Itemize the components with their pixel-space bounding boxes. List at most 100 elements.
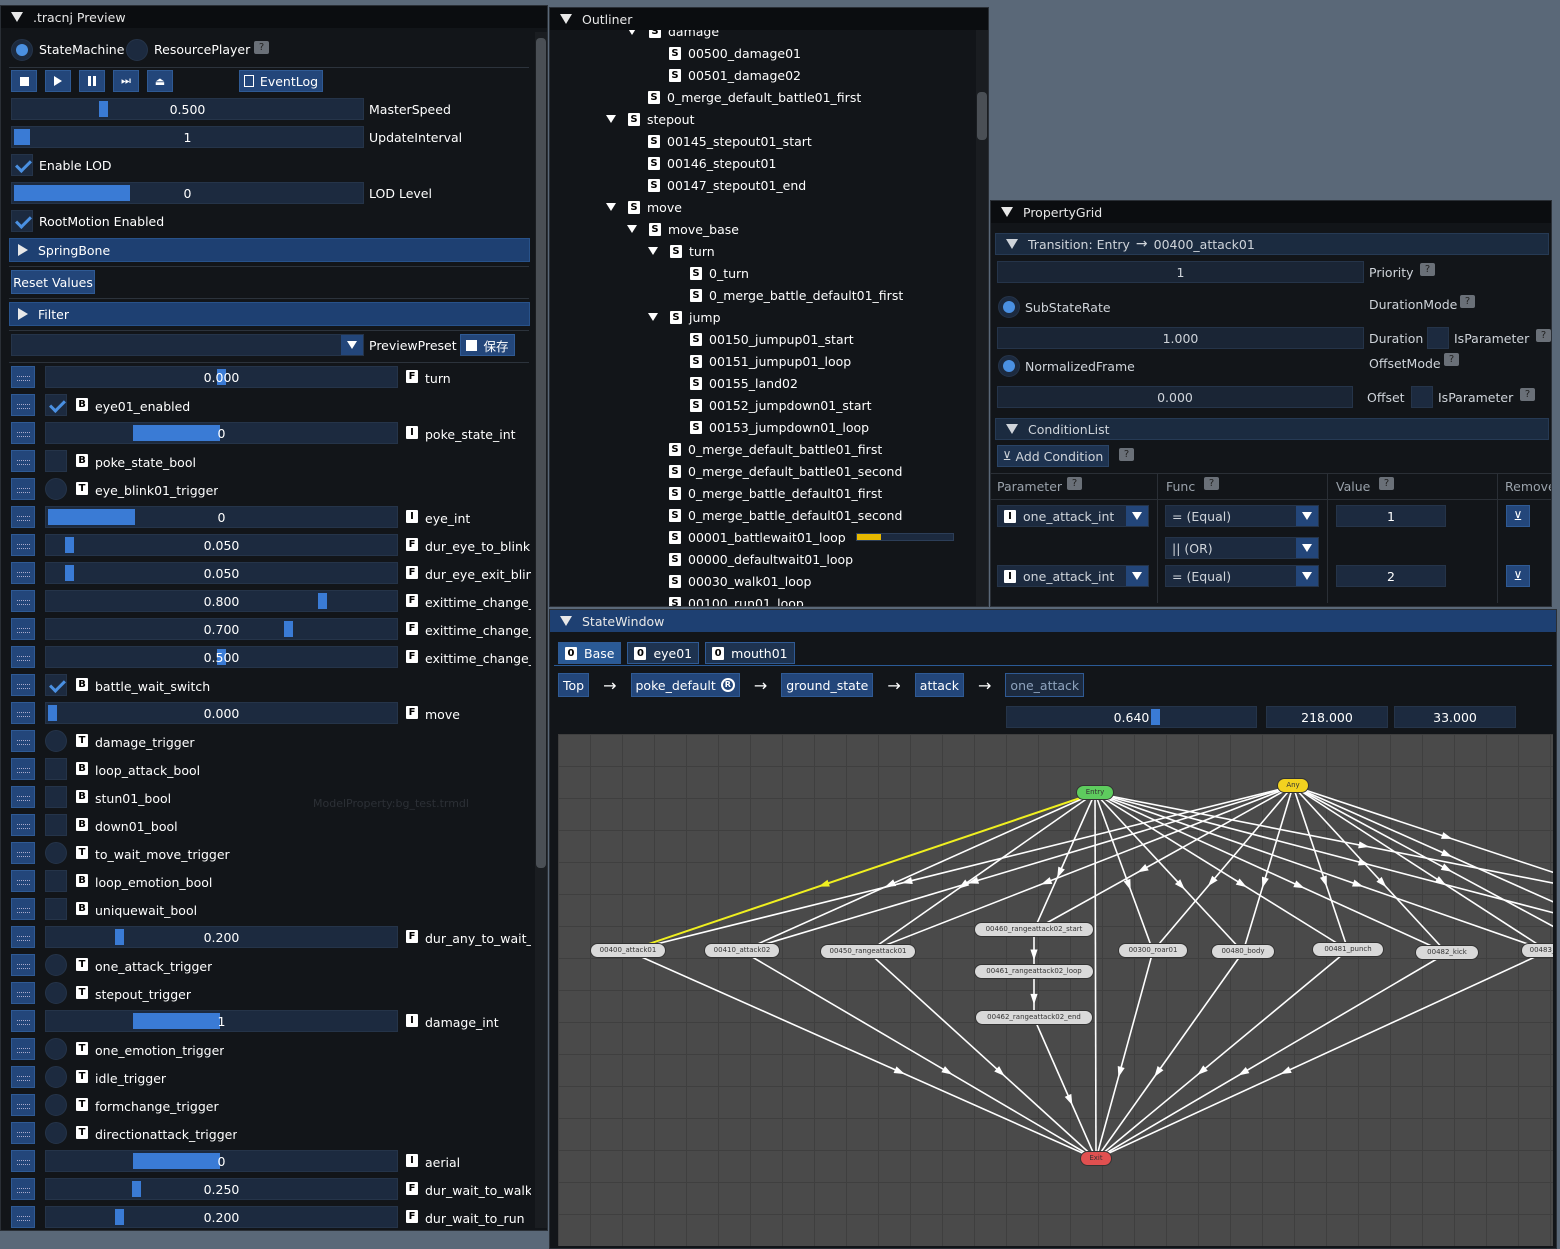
state-node-n7[interactable]: 00300_roar01 xyxy=(1118,943,1188,958)
trigger-button[interactable] xyxy=(45,1038,67,1060)
drag-handle[interactable] xyxy=(11,1178,35,1200)
tree-expand-icon[interactable] xyxy=(606,115,616,123)
drag-handle[interactable] xyxy=(11,898,35,920)
parameter-checkbox[interactable] xyxy=(45,394,67,416)
drag-handle[interactable] xyxy=(11,814,35,836)
transition-edge[interactable] xyxy=(1094,792,1448,954)
state-node-n3[interactable]: 00450_rangeattack01 xyxy=(820,944,916,959)
parameter-slider[interactable]: 0.800 xyxy=(45,590,398,612)
state-node-n6[interactable]: 00462_rangeattack02_end xyxy=(975,1010,1093,1025)
outliner-item[interactable]: S 00145_stepout01_start xyxy=(648,132,812,150)
substate-rate-radio[interactable] xyxy=(998,296,1020,318)
trigger-button[interactable] xyxy=(45,842,67,864)
outliner-item[interactable]: S 00500_damage01 xyxy=(669,44,801,62)
transition-edge[interactable] xyxy=(1033,1017,1097,1160)
duration-field[interactable]: 1.000 xyxy=(997,327,1364,349)
outliner-item[interactable]: Sjump xyxy=(648,308,721,326)
transition-edge[interactable] xyxy=(1152,785,1294,952)
outliner-item[interactable]: S 0_merge_battle_default01_first xyxy=(690,286,903,304)
help-icon[interactable]: ? xyxy=(1204,477,1219,490)
outliner-item[interactable]: S 0_merge_battle_default01_second xyxy=(669,506,902,524)
transition-edge[interactable] xyxy=(1292,785,1553,874)
offset-field[interactable]: 0.000 xyxy=(997,386,1353,408)
remove-condition-button[interactable]: ⊻ xyxy=(1506,505,1530,527)
drag-handle[interactable] xyxy=(11,478,35,500)
outliner-item[interactable]: S 00152_jumpdown01_start xyxy=(690,396,872,414)
layer-tab[interactable]: 0 eye01 xyxy=(627,642,700,664)
condition-value-field[interactable]: 1 xyxy=(1336,505,1446,527)
drag-handle[interactable] xyxy=(11,1038,35,1060)
scrollbar-thumb[interactable] xyxy=(977,92,987,140)
duration-is-parameter-checkbox[interactable] xyxy=(1427,327,1449,349)
outliner-item[interactable]: Smove xyxy=(606,198,682,216)
pan-y-field[interactable]: 33.000 xyxy=(1394,706,1516,728)
transition-header[interactable]: Transition: Entry → 00400_attack01 xyxy=(995,233,1549,255)
drag-handle[interactable] xyxy=(11,702,35,724)
condition-list-header[interactable]: ConditionList xyxy=(995,418,1549,440)
state-node-n8[interactable]: 00480_body xyxy=(1211,944,1275,959)
drag-handle[interactable] xyxy=(11,618,35,640)
help-icon[interactable]: ? xyxy=(1444,353,1459,366)
drag-handle[interactable] xyxy=(11,422,35,444)
condition-value-field[interactable]: 2 xyxy=(1336,565,1446,587)
state-node-n9[interactable]: 00481_punch xyxy=(1312,942,1384,957)
drag-handle[interactable] xyxy=(11,730,35,752)
parameter-slider[interactable]: 0.050 xyxy=(45,562,398,584)
outliner-item[interactable]: S 00001_battlewait01_loop xyxy=(669,528,954,546)
parameter-slider[interactable]: 0 xyxy=(45,506,398,528)
outliner-item[interactable]: S 0_merge_default_battle01_first xyxy=(669,440,882,458)
trigger-button[interactable] xyxy=(45,1122,67,1144)
help-icon[interactable]: ? xyxy=(1379,477,1394,490)
parameter-checkbox[interactable] xyxy=(45,674,67,696)
drag-handle[interactable] xyxy=(11,926,35,948)
outliner-item[interactable]: S 0_merge_default_battle01_first xyxy=(648,88,861,106)
property-grid-title-bar[interactable]: PropertyGrid xyxy=(991,201,1551,223)
outliner-item[interactable]: S 00000_defaultwait01_loop xyxy=(669,550,853,568)
outliner-item[interactable]: S 0_merge_battle_default01_first xyxy=(669,484,882,502)
outliner-item[interactable]: S 00146_stepout01 xyxy=(648,154,776,172)
breadcrumb-item[interactable]: attack xyxy=(914,673,965,697)
condition-parameter-combo[interactable]: Ione_attack_int xyxy=(997,565,1149,587)
parameter-slider[interactable]: 0.050 xyxy=(45,534,398,556)
transition-edge[interactable] xyxy=(627,785,1294,952)
trigger-button[interactable] xyxy=(45,478,67,500)
outliner-item[interactable]: S 00501_damage02 xyxy=(669,66,801,84)
state-node-n2[interactable]: 00410_attack02 xyxy=(704,943,780,958)
drag-handle[interactable] xyxy=(11,590,35,612)
outliner-item[interactable]: Sstepout xyxy=(606,110,695,128)
parameter-slider[interactable]: 0.500 xyxy=(45,646,398,668)
state-node-n11[interactable]: 00483_tail xyxy=(1521,943,1553,958)
parameter-slider[interactable]: 0.200 xyxy=(45,926,398,948)
dropdown-button[interactable] xyxy=(1296,538,1318,558)
collapse-icon[interactable] xyxy=(560,14,572,24)
tree-expand-icon[interactable] xyxy=(606,203,616,211)
help-icon[interactable]: ? xyxy=(1067,477,1082,490)
drag-handle[interactable] xyxy=(11,450,35,472)
outliner-item[interactable]: S 00030_walk01_loop xyxy=(669,572,811,590)
drag-handle[interactable] xyxy=(11,366,35,388)
normalized-frame-radio[interactable] xyxy=(998,355,1020,377)
parameter-slider[interactable]: 0 xyxy=(45,1150,398,1172)
transition-edge[interactable] xyxy=(1095,952,1448,1160)
breadcrumb-item[interactable]: Top xyxy=(558,673,590,697)
drag-handle[interactable] xyxy=(11,1010,35,1032)
dropdown-button[interactable] xyxy=(1126,506,1148,526)
outliner-item[interactable]: S 00151_jumpup01_loop xyxy=(690,352,851,370)
scrollbar-thumb[interactable] xyxy=(536,38,546,868)
transition-edge[interactable] xyxy=(1095,950,1549,1160)
dropdown-button[interactable] xyxy=(1296,506,1318,526)
parameter-checkbox[interactable] xyxy=(45,450,67,472)
condition-parameter-combo[interactable]: Ione_attack_int xyxy=(997,505,1149,527)
drag-handle[interactable] xyxy=(11,1206,35,1228)
trigger-button[interactable] xyxy=(45,982,67,1004)
help-icon[interactable]: ? xyxy=(1460,295,1475,308)
priority-field[interactable]: 1 xyxy=(997,261,1364,283)
breadcrumb-item[interactable]: poke_default R xyxy=(630,673,740,697)
breadcrumb-item[interactable]: one_attack xyxy=(1005,673,1085,697)
add-condition-button[interactable]: ⊻ Add Condition xyxy=(997,445,1109,467)
parameter-checkbox[interactable] xyxy=(45,898,67,920)
transition-edge[interactable] xyxy=(1094,792,1097,1160)
parameter-slider[interactable]: 1 xyxy=(45,1010,398,1032)
outliner-item[interactable]: Smove_base xyxy=(627,220,739,238)
parameter-slider[interactable]: 0.700 xyxy=(45,618,398,640)
